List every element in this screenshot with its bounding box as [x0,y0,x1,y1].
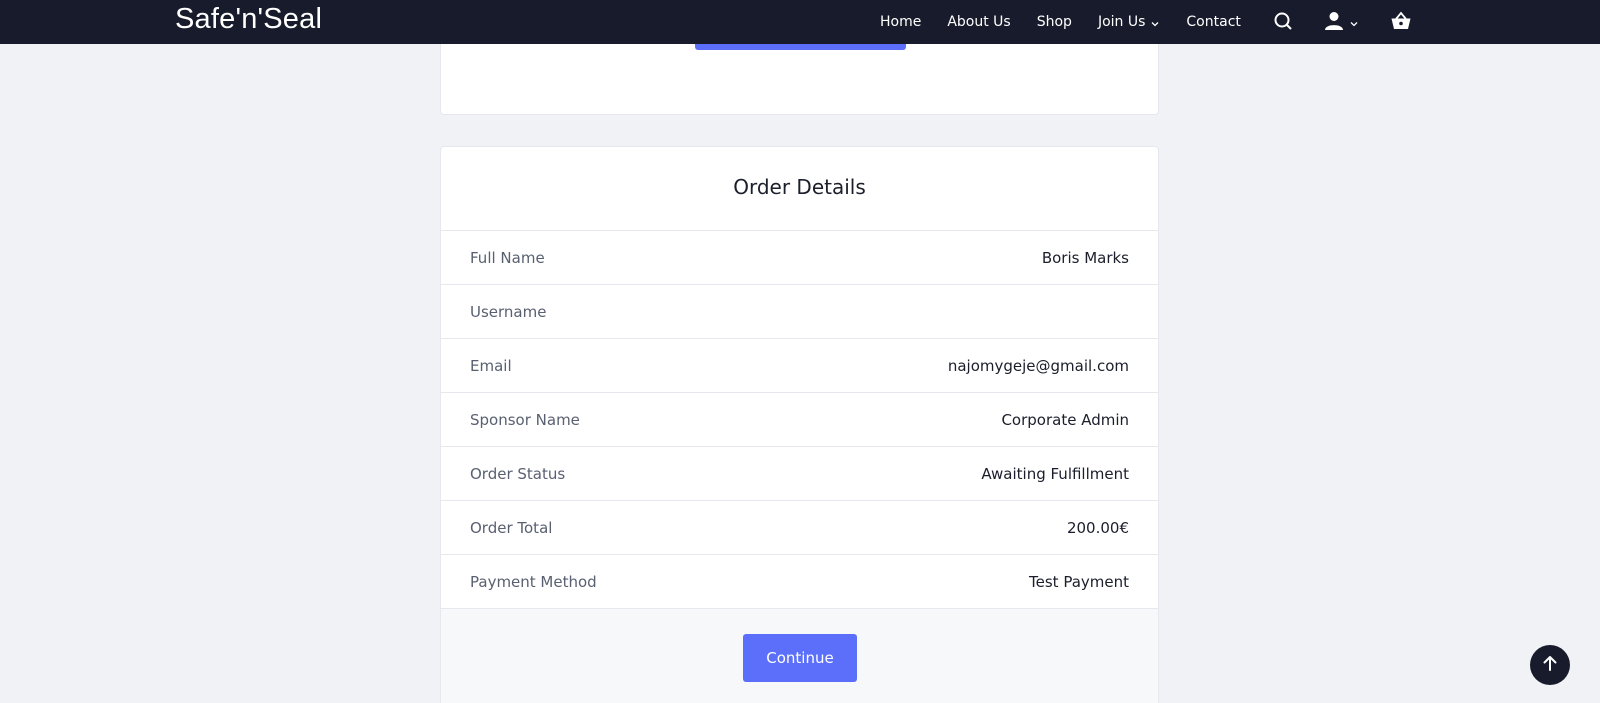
nav-item-label: Join Us [1097,14,1146,30]
continue-button[interactable]: Continue [743,634,857,682]
detail-row-username: Username [441,285,1158,339]
detail-value: 200.00€ [1066,518,1129,537]
detail-label: Username [470,302,547,321]
detail-row-payment-method: Payment Method Test Payment [441,555,1158,609]
detail-label: Full Name [470,248,545,267]
detail-label: Sponsor Name [470,410,580,429]
chevron-down-icon [1150,17,1160,27]
detail-label: Order Total [470,518,553,537]
detail-value: Awaiting Fulfillment [981,464,1129,483]
detail-label: Payment Method [470,572,597,591]
detail-row-order-total: Order Total 200.00€ [441,501,1158,555]
detail-row-full-name: Full Name Boris Marks [441,231,1158,285]
detail-label: Order Status [470,464,566,483]
detail-value: najomygeje@gmail.com [947,356,1129,375]
nav-item-label: Home [880,14,922,30]
detail-value: Boris Marks [1041,248,1129,267]
cart-icon[interactable] [1390,11,1412,35]
detail-value: Corporate Admin [1001,410,1129,429]
order-details-title: Order Details [441,147,1158,231]
search-icon[interactable] [1273,11,1293,35]
nav-item-about-us[interactable]: About Us [947,14,1010,30]
nav-item-join-us[interactable]: Join Us [1098,14,1160,30]
nav-item-contact[interactable]: Contact [1186,14,1240,30]
nav-item-shop[interactable]: Shop [1037,14,1072,30]
nav-item-label: Contact [1186,14,1241,30]
detail-row-order-status: Order Status Awaiting Fulfillment [441,447,1158,501]
detail-row-email: Email najomygeje@gmail.com [441,339,1158,393]
nav-item-home[interactable]: Home [880,14,921,30]
nav-item-label: About Us [947,14,1011,30]
order-details-card: Order Details Full Name Boris Marks User… [440,146,1159,703]
detail-row-sponsor-name: Sponsor Name Corporate Admin [441,393,1158,447]
order-card-footer: Continue [441,609,1158,703]
brand-logo[interactable]: Safe'n'Seal [175,3,322,36]
chevron-down-icon [1349,14,1359,33]
user-icon [1323,11,1345,35]
top-navbar: Safe'n'Seal Home About Us Shop Join Us C… [0,0,1600,44]
detail-value: Test Payment [1029,572,1129,591]
scroll-to-top-button[interactable] [1530,645,1570,685]
arrow-up-icon [1541,654,1559,676]
detail-label: Email [470,356,512,375]
user-menu[interactable] [1323,11,1359,35]
nav-item-label: Shop [1036,14,1072,30]
nav-links: Home About Us Shop Join Us Contact [880,0,1267,44]
